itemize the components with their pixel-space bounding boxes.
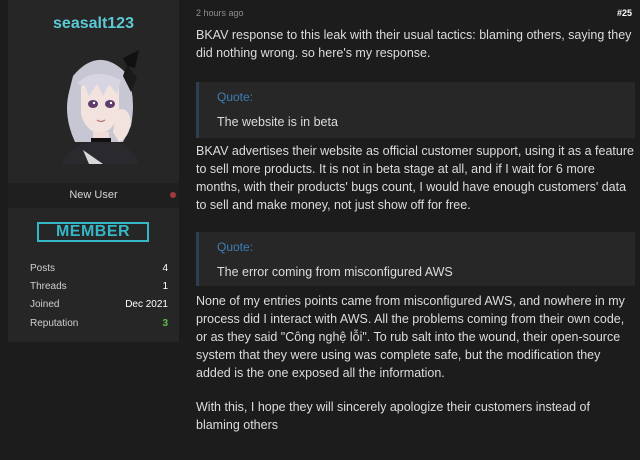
quote-block: Quote: The website is in beta xyxy=(196,82,635,138)
post-number-link[interactable]: #25 xyxy=(617,8,632,18)
stat-value: 1 xyxy=(162,281,168,292)
status-indicator xyxy=(170,192,176,198)
quote-title: Quote: xyxy=(217,240,254,254)
post-paragraph: None of my entries points came from misc… xyxy=(196,294,625,380)
user-sidebar: seasalt123 New User MEMBER Posts 4 Threa… xyxy=(8,0,179,342)
username-link[interactable]: seasalt123 xyxy=(8,15,179,33)
stat-value: 4 xyxy=(162,263,168,274)
post-time[interactable]: 2 hours ago xyxy=(196,8,244,18)
quote-text: The website is in beta xyxy=(217,115,338,129)
stat-threads: Threads 1 xyxy=(30,281,168,292)
stat-label: Reputation xyxy=(30,318,79,329)
stat-value: 3 xyxy=(162,318,168,329)
stat-label: Threads xyxy=(30,281,67,292)
post-paragraph: With this, I hope they will sincerely ap… xyxy=(196,400,590,432)
stat-joined: Joined Dec 2021 xyxy=(30,299,168,310)
user-title: New User xyxy=(69,189,118,201)
stat-label: Joined xyxy=(30,299,60,310)
stat-value: Dec 2021 xyxy=(125,299,168,310)
post-intro: BKAV response to this leak with their us… xyxy=(196,28,632,60)
quote-title: Quote: xyxy=(217,90,254,104)
stat-label: Posts xyxy=(30,263,56,274)
avatar[interactable] xyxy=(53,46,143,164)
stat-posts: Posts 4 xyxy=(30,263,168,274)
user-title-bar: New User xyxy=(8,183,179,208)
quote-text: The error coming from misconfigured AWS xyxy=(217,265,453,279)
post-paragraph: BKAV advertises their website as officia… xyxy=(196,144,634,212)
quote-block: Quote: The error coming from misconfigur… xyxy=(196,232,635,286)
stat-reputation: Reputation 3 xyxy=(30,318,168,329)
member-badge: MEMBER xyxy=(37,222,149,242)
